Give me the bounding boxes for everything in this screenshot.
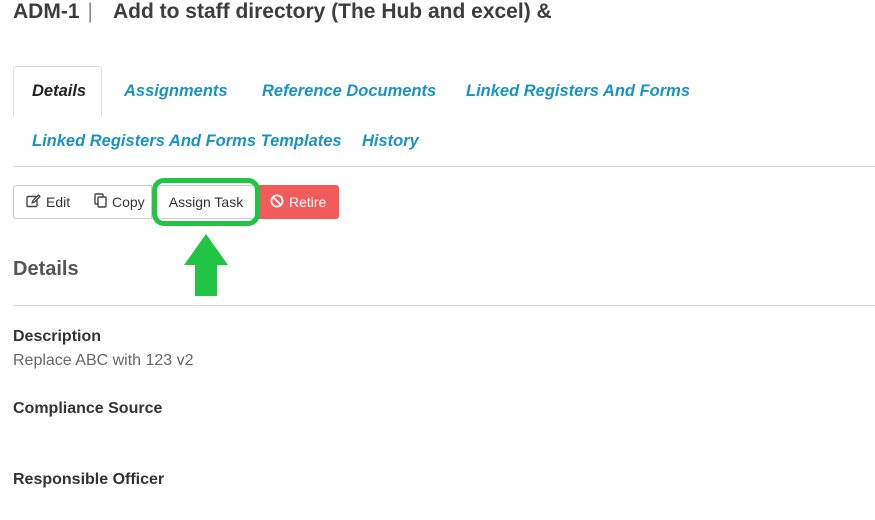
details-heading: Details — [13, 258, 79, 280]
record-code: ADM-1 — [13, 0, 80, 23]
tab-assignments[interactable]: Assignments — [106, 66, 246, 116]
tab-linked-registers-and-forms-templates[interactable]: Linked Registers And Forms Templates — [14, 116, 360, 166]
header-separator: | — [87, 0, 93, 23]
description-label: Description — [13, 328, 102, 345]
tab-history[interactable]: History — [344, 116, 437, 166]
assign-task-button-label: Assign Task — [168, 194, 244, 210]
retire-button[interactable]: Retire — [258, 185, 339, 219]
assign-task-button[interactable]: Assign Task — [157, 185, 255, 219]
tabs-divider — [13, 166, 875, 167]
tab-linked-registers-and-forms[interactable]: Linked Registers And Forms — [448, 66, 708, 116]
edit-button-label: Edit — [46, 194, 71, 210]
responsible-officer-label: Responsible Officer — [13, 471, 165, 488]
copy-button[interactable]: Copy — [82, 185, 152, 219]
compliance-source-label: Compliance Source — [13, 400, 163, 417]
copy-icon — [94, 193, 112, 211]
tab-details[interactable]: Details — [13, 66, 102, 117]
copy-button-label: Copy — [112, 194, 145, 210]
edit-icon — [26, 193, 46, 211]
page-title: Add to staff directory (The Hub and exce… — [112, 0, 552, 23]
tab-reference-documents[interactable]: Reference Documents — [244, 66, 454, 116]
page-header: ADM-1 | Add to staff directory (The Hub … — [13, 0, 552, 26]
description-value: Replace ABC with 123 v2 — [13, 352, 194, 369]
ban-icon — [270, 194, 289, 211]
details-divider — [13, 305, 875, 306]
retire-button-label: Retire — [289, 194, 327, 210]
edit-button[interactable]: Edit — [13, 185, 83, 219]
up-arrow-icon — [183, 233, 229, 302]
